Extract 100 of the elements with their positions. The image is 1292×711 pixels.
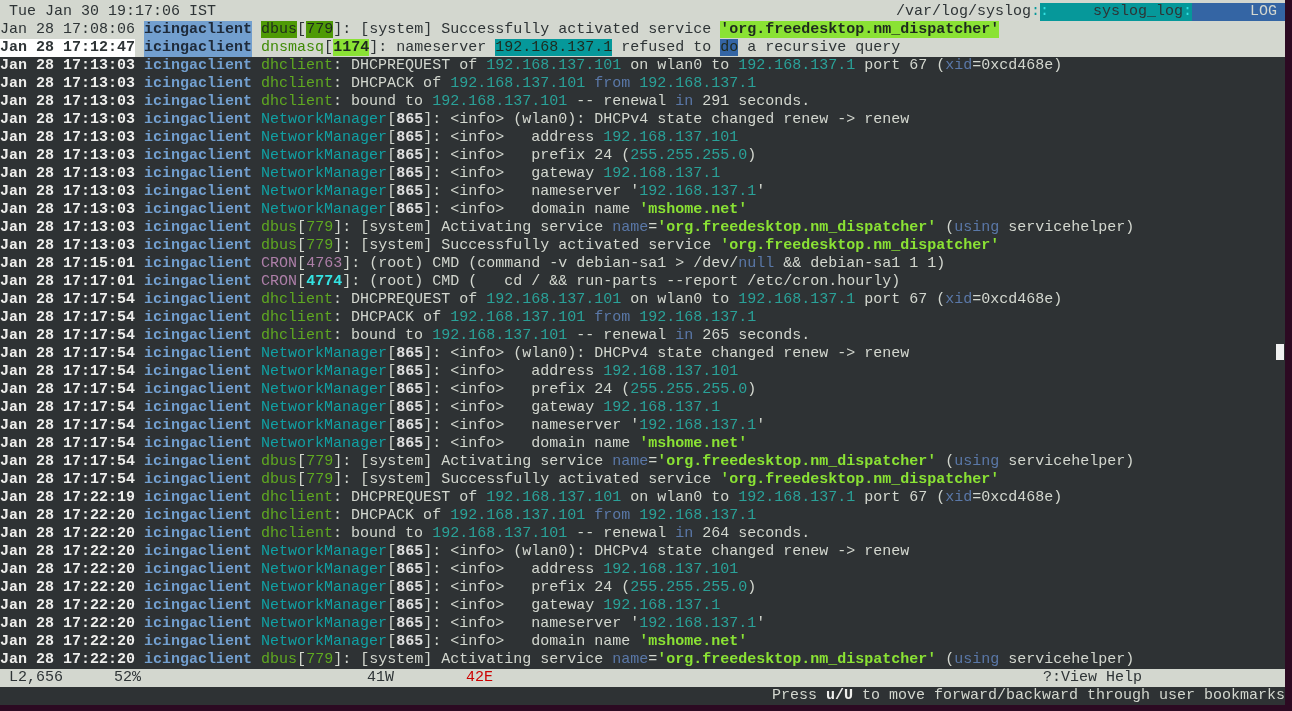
timestamp: Jan 28 17:13:03 — [0, 147, 136, 165]
hostname: icingaclient — [144, 237, 253, 255]
hostname: icingaclient — [144, 273, 253, 291]
log-message: dbus[779]: [system] Activating service name='org.freedesktop.nm_dispatcher' (using servicehelper) — [261, 219, 1135, 237]
timestamp: Jan 28 17:22:19 — [0, 489, 136, 507]
hostname: icingaclient — [144, 399, 253, 417]
timestamp: Jan 28 17:22:20 — [0, 543, 136, 561]
hostname: icingaclient — [144, 525, 253, 543]
timestamp: Jan 28 17:22:20 — [0, 561, 136, 579]
timestamp: Jan 28 17:13:03 — [0, 129, 136, 147]
log-message: NetworkManager[865]: <info> gateway 192.168.137.1 — [261, 597, 721, 615]
help-hint: ?:View Help — [1042, 669, 1142, 687]
log-message: NetworkManager[865]: <info> prefix 24 (255.255.255.0) — [261, 579, 757, 597]
log-message: dnsmasq[1174]: nameserver 192.168.137.1 refused to do a recursive query — [261, 39, 901, 57]
hostname: icingaclient — [144, 489, 253, 507]
hostname: icingaclient — [144, 615, 253, 633]
scroll-percent: 52% — [114, 669, 142, 687]
hostname: icingaclient — [144, 147, 253, 165]
timestamp: Jan 28 17:13:03 — [0, 201, 136, 219]
hostname: icingaclient — [144, 633, 253, 651]
log-message: dhclient: bound to 192.168.137.101 -- renewal in 264 seconds. — [261, 525, 811, 543]
hostname: icingaclient — [144, 561, 253, 579]
log-message: dhclient: DHCPREQUEST of 192.168.137.101 on wlan0 to 192.168.137.1 port 67 (xid=0xcd468e) — [261, 57, 1063, 75]
hostname: icingaclient — [144, 309, 253, 327]
timestamp: Jan 28 17:17:54 — [0, 291, 136, 309]
log-message: NetworkManager[865]: <info> address 192.168.137.101 — [261, 561, 739, 579]
log-message: dhclient: DHCPREQUEST of 192.168.137.101 on wlan0 to 192.168.137.1 port 67 (xid=0xcd468e) — [261, 291, 1063, 309]
log-message: NetworkManager[865]: <info> domain name 'mshome.net' — [261, 633, 748, 651]
timestamp: Jan 28 17:13:03 — [0, 57, 136, 75]
log-message: CRON[4774]: (root) CMD ( cd / && run-parts --report /etc/cron.hourly) — [261, 273, 901, 291]
timestamp: Jan 28 17:17:54 — [0, 417, 136, 435]
timestamp: Jan 28 17:22:20 — [0, 633, 136, 651]
hostname: icingaclient — [144, 381, 253, 399]
timestamp: Jan 28 17:17:54 — [0, 363, 136, 381]
log-message: NetworkManager[865]: <info> (wlan0): DHCPv4 state changed renew -> renew — [261, 111, 910, 129]
timestamp: Jan 28 17:12:47 — [0, 39, 136, 57]
log-message: dhclient: DHCPACK of 192.168.137.101 from 192.168.137.1 — [261, 309, 757, 327]
hostname: icingaclient — [144, 93, 253, 111]
timestamp: Jan 28 17:13:03 — [0, 93, 136, 111]
hostname: icingaclient — [144, 651, 253, 669]
separator: : — [1030, 3, 1040, 21]
view-label: LOG — [1192, 3, 1285, 21]
log-message: dhclient: DHCPACK of 192.168.137.101 from 192.168.137.1 — [261, 75, 757, 93]
hostname: icingaclient — [144, 201, 253, 219]
timestamp: Jan 28 17:17:54 — [0, 471, 136, 489]
log-message: NetworkManager[865]: <info> (wlan0): DHCPv4 state changed renew -> renew — [261, 345, 910, 363]
timestamp: Jan 28 17:13:03 — [0, 237, 136, 255]
hostname: icingaclient — [144, 327, 253, 345]
log-message: NetworkManager[865]: <info> prefix 24 (255.255.255.0) — [261, 381, 757, 399]
timestamp: Jan 28 17:17:01 — [0, 273, 136, 291]
hostname: icingaclient — [144, 219, 253, 237]
log-message: dbus[779]: [system] Activating service name='org.freedesktop.nm_dispatcher' (using servicehelper) — [261, 453, 1135, 471]
timestamp: Jan 28 17:22:20 — [0, 615, 136, 633]
log-message: NetworkManager[865]: <info> nameserver '192.168.137.1' — [261, 183, 766, 201]
line-number: L2,656 — [8, 669, 64, 687]
timestamp: Jan 28 17:13:03 — [0, 183, 136, 201]
scrollbar-thumb[interactable] — [1276, 344, 1284, 360]
timestamp: Jan 28 17:22:20 — [0, 525, 136, 543]
hostname: icingaclient — [144, 39, 253, 57]
timestamp: Jan 28 17:13:03 — [0, 165, 136, 183]
timestamp: Jan 28 17:13:03 — [0, 219, 136, 237]
hostname: icingaclient — [144, 417, 253, 435]
log-message: NetworkManager[865]: <info> prefix 24 (255.255.255.0) — [261, 147, 757, 165]
timestamp: Jan 28 17:17:54 — [0, 309, 136, 327]
hostname: icingaclient — [144, 165, 253, 183]
warning-count: 41W — [367, 669, 395, 687]
log-message: NetworkManager[865]: <info> nameserver '192.168.137.1' — [261, 417, 766, 435]
timestamp: Jan 28 17:17:54 — [0, 381, 136, 399]
hostname: icingaclient — [144, 579, 253, 597]
timestamp: Jan 28 17:22:20 — [0, 651, 136, 669]
hostname: icingaclient — [144, 111, 253, 129]
log-message: CRON[4763]: (root) CMD (command -v debian-sa1 > /dev/null && debian-sa1 1 1) — [261, 255, 946, 273]
timestamp: Jan 28 17:13:03 — [0, 75, 136, 93]
bookmark-hint: Press u/U to move forward/backward through user bookmarks — [771, 687, 1285, 705]
hostname: icingaclient — [144, 345, 253, 363]
timestamp: Jan 28 17:22:20 — [0, 579, 136, 597]
timestamp: Jan 28 17:22:20 — [0, 597, 136, 615]
log-message: dhclient: bound to 192.168.137.101 -- renewal in 265 seconds. — [261, 327, 811, 345]
log-message: NetworkManager[865]: <info> address 192.168.137.101 — [261, 363, 739, 381]
log-format-label: : syslog_log: — [1039, 3, 1192, 21]
hostname: icingaclient — [144, 75, 253, 93]
hostname: icingaclient — [144, 57, 253, 75]
log-message: dhclient: bound to 192.168.137.101 -- renewal in 291 seconds. — [261, 93, 811, 111]
timestamp: Jan 28 17:17:54 — [0, 399, 136, 417]
hostname: icingaclient — [144, 363, 253, 381]
log-message: NetworkManager[865]: <info> nameserver '192.168.137.1' — [261, 615, 766, 633]
log-message: NetworkManager[865]: <info> gateway 192.168.137.1 — [261, 399, 721, 417]
log-message: NetworkManager[865]: <info> domain name 'mshome.net' — [261, 435, 748, 453]
hostname: icingaclient — [144, 543, 253, 561]
error-count: 42E — [466, 669, 493, 687]
hostname: icingaclient — [144, 471, 253, 489]
timestamp: Jan 28 17:17:54 — [0, 345, 136, 363]
timestamp: Jan 28 17:17:54 — [0, 327, 136, 345]
log-message: NetworkManager[865]: <info> gateway 192.168.137.1 — [261, 165, 721, 183]
hostname: icingaclient — [144, 21, 253, 39]
log-message: NetworkManager[865]: <info> address 192.168.137.101 — [261, 129, 739, 147]
timestamp: Jan 28 17:15:01 — [0, 255, 136, 273]
hostname: icingaclient — [144, 291, 253, 309]
log-message: NetworkManager[865]: <info> domain name 'mshome.net' — [261, 201, 748, 219]
timestamp: Jan 28 17:08:06 — [0, 21, 136, 39]
